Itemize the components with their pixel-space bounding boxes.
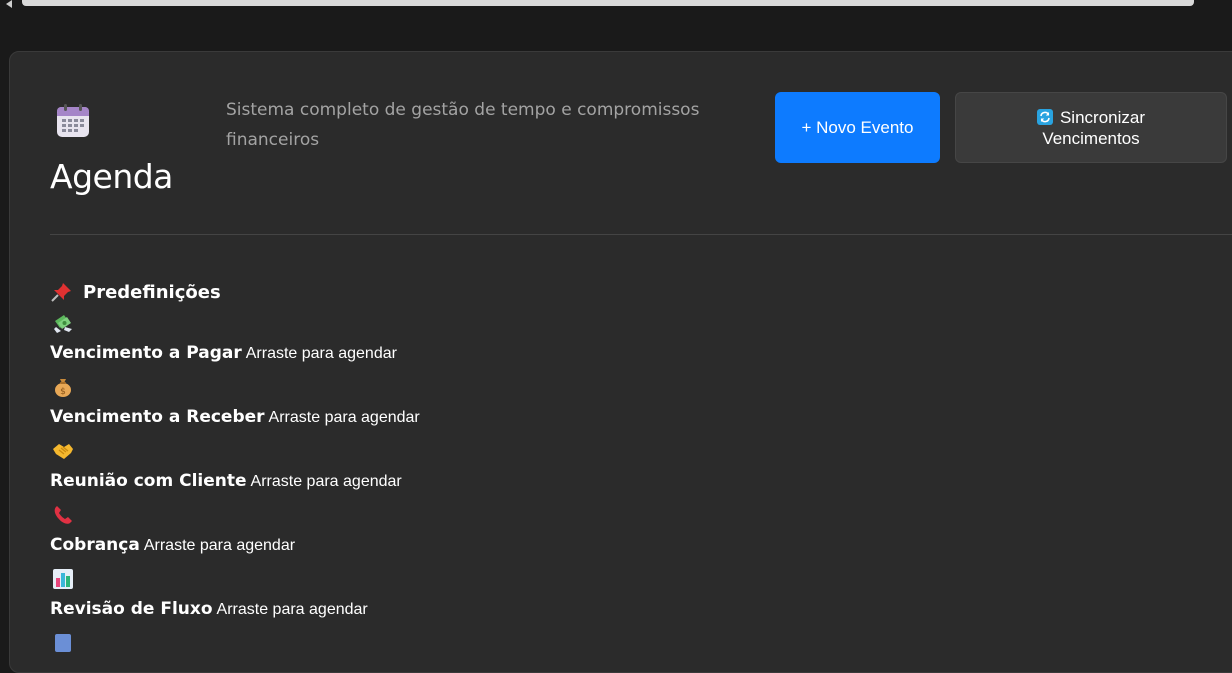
preset-hint: Arraste para agendar bbox=[143, 537, 296, 554]
presets-title-text: Predefinições bbox=[83, 281, 221, 303]
preset-name: Revisão de Fluxo bbox=[50, 599, 213, 619]
sync-icon bbox=[1036, 108, 1053, 125]
preset-item-reuniao-cliente[interactable]: Reunião com Cliente Arraste para agendar bbox=[50, 440, 402, 491]
preset-item-vencimento-receber[interactable]: $ Vencimento a Receber Arraste para agend… bbox=[50, 376, 420, 427]
scroll-left-arrow-icon[interactable] bbox=[6, 0, 12, 8]
money-bag-icon: $ bbox=[55, 379, 71, 397]
preset-item-cobranca[interactable]: Cobrança Arraste para agendar bbox=[50, 504, 295, 555]
preset-name: Reunião com Cliente bbox=[50, 471, 247, 491]
page-subtitle: Sistema completo de gestão de tempo e co… bbox=[226, 100, 700, 150]
browser-top-bar bbox=[0, 0, 1232, 14]
new-event-button[interactable]: + Novo Evento bbox=[775, 92, 940, 163]
money-with-wings-icon bbox=[54, 315, 72, 333]
handshake-icon bbox=[53, 444, 73, 459]
preset-hint: Arraste para agendar bbox=[250, 473, 402, 490]
bar-chart-icon bbox=[53, 569, 73, 589]
sync-due-dates-button[interactable]: Sincronizar Vencimentos bbox=[955, 92, 1227, 163]
preset-item-vencimento-pagar[interactable]: Vencimento a Pagar Arraste para agendar bbox=[50, 312, 397, 363]
preset-name: Vencimento a Pagar bbox=[50, 343, 242, 363]
preset-item-revisao-fluxo[interactable]: Revisão de Fluxo Arraste para agendar bbox=[50, 568, 368, 619]
preset-hint: Arraste para agendar bbox=[268, 409, 420, 426]
sync-button-label: Sincronizar Vencimentos bbox=[1042, 107, 1146, 148]
preset-hint: Arraste para agendar bbox=[245, 345, 397, 362]
next-preset-icon bbox=[55, 634, 71, 652]
calendar-icon bbox=[57, 104, 89, 137]
preset-name: Vencimento a Receber bbox=[50, 407, 265, 427]
header-divider bbox=[50, 234, 1232, 235]
horizontal-scrollbar[interactable] bbox=[22, 0, 1194, 6]
preset-name: Cobrança bbox=[50, 535, 140, 555]
preset-hint: Arraste para agendar bbox=[216, 601, 368, 618]
presets-title: Predefinições bbox=[50, 281, 221, 303]
telephone-receiver-icon bbox=[54, 506, 72, 524]
svg-text:$: $ bbox=[60, 387, 66, 397]
pushpin-icon bbox=[51, 283, 71, 302]
page-title: Agenda bbox=[50, 157, 173, 196]
